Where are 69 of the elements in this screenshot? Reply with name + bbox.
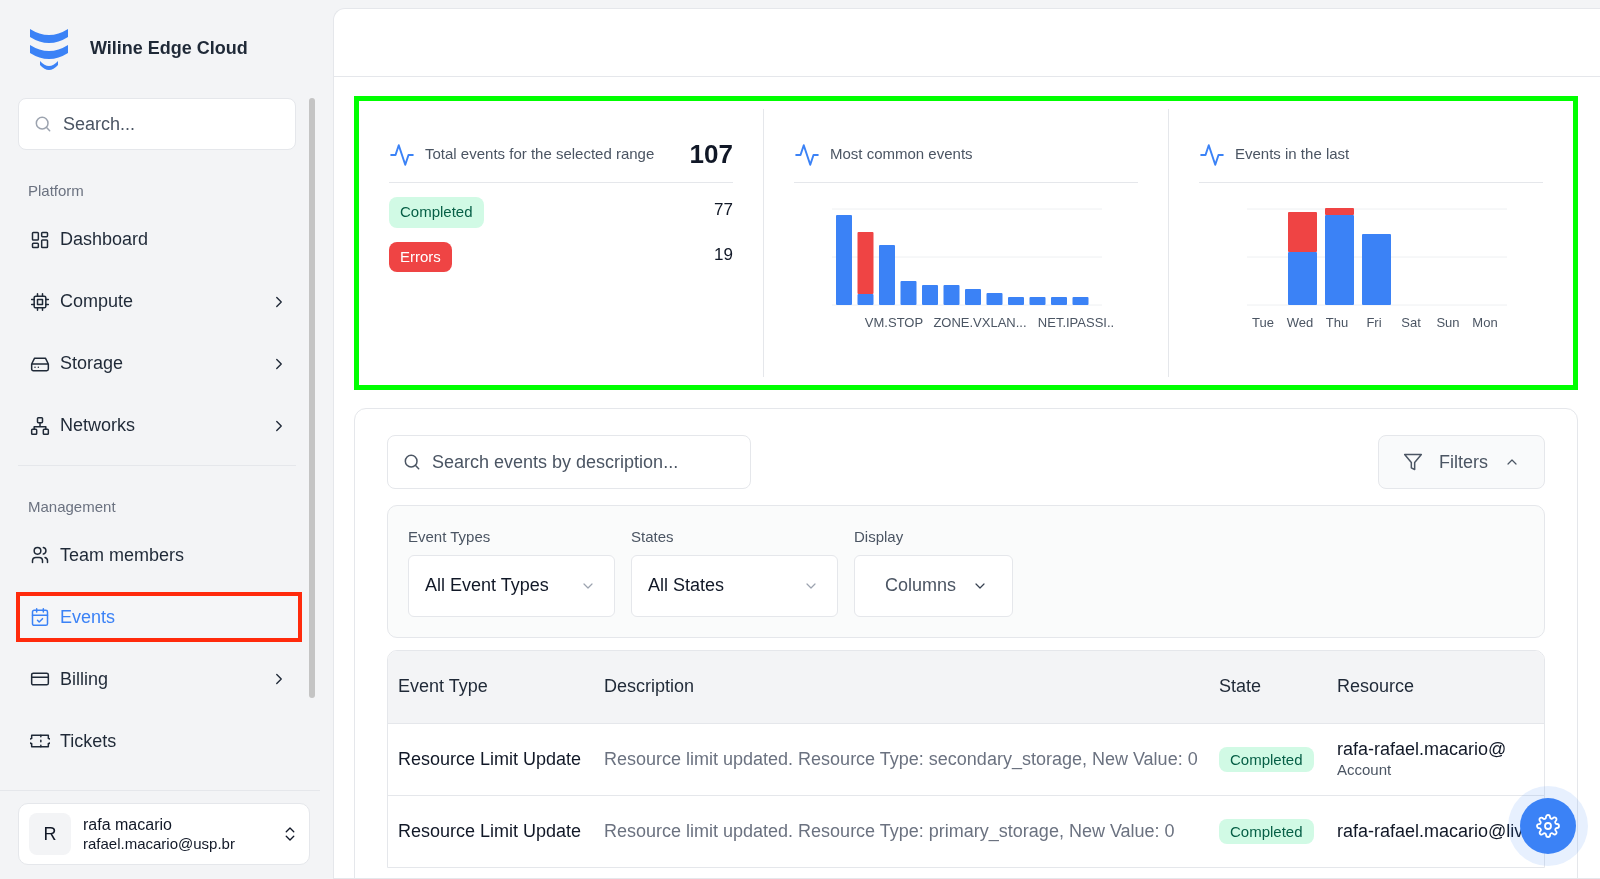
table-cell-text: Resource Limit Update: [397, 819, 583, 843]
table-cell-text: Resource Limit Update: [397, 747, 583, 771]
section-label: Platform: [27, 181, 85, 201]
select-field[interactable]: All States: [631, 554, 838, 617]
status-badge: Completed: [389, 197, 484, 228]
table-cell-text: Resource limit updated. Resource Type: secondary_storage, New Value: 0: [603, 747, 1199, 772]
axis-label: Mon: [1472, 315, 1498, 330]
network-icon: [30, 415, 50, 436]
column-header: Resource: [1336, 675, 1416, 698]
axis-label: Thu: [1325, 315, 1349, 330]
axis-label: Fri: [1366, 315, 1382, 330]
app-title: Wiline Edge Cloud: [90, 36, 248, 60]
nav-item[interactable]: Storage: [16, 338, 302, 389]
column-header: State: [1218, 675, 1263, 698]
search-field[interactable]: Search...: [18, 98, 296, 150]
status-badge: Errors: [389, 241, 452, 272]
pulse-icon: [1199, 141, 1225, 168]
user-email: rafael.macario@usp.br: [83, 834, 236, 854]
nav-item[interactable]: Networks: [16, 400, 302, 451]
chip-icon: [30, 291, 50, 312]
nav-item[interactable]: Billing: [16, 654, 302, 704]
pulse-icon: [389, 141, 415, 168]
status-badge: Completed: [1219, 746, 1314, 772]
avatar: R: [29, 813, 71, 855]
search-icon: [33, 114, 53, 134]
nav-item[interactable]: Tickets: [16, 716, 302, 766]
axis-label: ZONE.VXLAN...: [933, 315, 1027, 330]
users-icon: [30, 545, 50, 565]
nav-item[interactable]: Team members: [16, 530, 302, 580]
table-cell-text: Account: [1337, 760, 1393, 780]
axis-label: Sun: [1436, 315, 1460, 330]
table-cell-text: rafa-rafael.macario@liv: [1337, 819, 1525, 843]
column-header: Event Type: [397, 675, 489, 698]
scrollbar-thumb[interactable]: [309, 98, 315, 698]
columns-dropdown[interactable]: Columns: [854, 554, 1014, 617]
axis-label: Sat: [1401, 315, 1421, 330]
column-header: Description: [603, 675, 696, 698]
stat-title: Events in the last: [1235, 144, 1350, 165]
grid-icon: [30, 229, 50, 250]
stat-title: Total events for the selected range: [425, 144, 655, 165]
ticket-icon: [30, 731, 50, 751]
pulse-icon: [794, 141, 820, 168]
count-value: 19: [714, 243, 733, 266]
axis-label: Wed: [1286, 315, 1314, 330]
table-cell-text: Resource limit updated. Resource Type: primary_storage, New Value: 0: [603, 819, 1176, 844]
field-label: Display: [854, 527, 905, 547]
search-field[interactable]: Search events by description...: [387, 435, 751, 489]
select-field[interactable]: All Event Types: [408, 554, 615, 617]
filters-button[interactable]: Filters: [1378, 435, 1545, 489]
count-value: 77: [714, 199, 733, 221]
status-badge: Completed: [1219, 818, 1314, 844]
stat-title: Most common events: [830, 144, 973, 165]
settings-icon: [1536, 814, 1560, 838]
section-label: Management: [27, 496, 117, 517]
calendar-icon: [30, 607, 50, 627]
credit-card-icon: [30, 669, 50, 689]
axis-label: VM.STOP: [864, 315, 924, 330]
total-count: 107: [689, 138, 733, 171]
filter-icon: [1403, 452, 1423, 472]
axis-label: NET.IPASSI..: [1037, 315, 1115, 330]
user-name: rafa macario: [83, 814, 173, 835]
nav-item[interactable]: Compute: [16, 276, 302, 327]
field-label: Event Types: [408, 527, 492, 547]
search-icon: [402, 452, 422, 472]
user-menu[interactable]: R rafa macario rafael.macario@usp.br: [18, 803, 310, 865]
axis-label: Tue: [1252, 315, 1274, 330]
field-label: States: [631, 527, 675, 547]
table-cell-text: rafa-rafael.macario@: [1337, 738, 1508, 761]
nav-item[interactable]: Dashboard: [16, 214, 302, 265]
